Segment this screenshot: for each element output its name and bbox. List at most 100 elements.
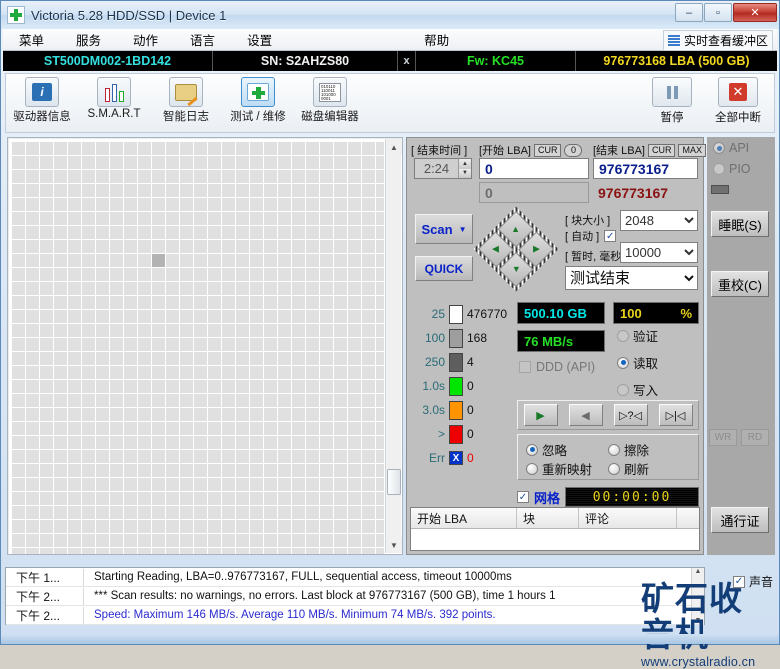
block-cell[interactable] bbox=[12, 324, 25, 337]
block-cell[interactable] bbox=[306, 394, 319, 407]
block-cell[interactable] bbox=[40, 296, 53, 309]
block-cell[interactable] bbox=[208, 324, 221, 337]
block-cell[interactable] bbox=[264, 198, 277, 211]
block-cell[interactable] bbox=[306, 184, 319, 197]
block-cell[interactable] bbox=[54, 268, 67, 281]
scan-status-select[interactable]: 测试结束 bbox=[565, 266, 698, 290]
block-cell[interactable] bbox=[306, 240, 319, 253]
block-cell[interactable] bbox=[26, 534, 39, 547]
block-cell[interactable] bbox=[376, 310, 384, 323]
defect-remap-radio[interactable] bbox=[526, 462, 538, 475]
block-cell[interactable] bbox=[96, 394, 109, 407]
block-cell[interactable] bbox=[306, 464, 319, 477]
block-cell[interactable] bbox=[362, 436, 375, 449]
block-cell[interactable] bbox=[264, 310, 277, 323]
block-cell[interactable] bbox=[348, 338, 361, 351]
block-cell[interactable] bbox=[180, 198, 193, 211]
block-cell[interactable] bbox=[222, 464, 235, 477]
block-cell[interactable] bbox=[362, 492, 375, 505]
col-blocks[interactable]: 块 bbox=[517, 508, 579, 528]
block-cell[interactable] bbox=[194, 380, 207, 393]
block-cell[interactable] bbox=[376, 282, 384, 295]
block-cell[interactable] bbox=[166, 212, 179, 225]
block-cell[interactable] bbox=[236, 422, 249, 435]
block-cell[interactable] bbox=[306, 254, 319, 267]
block-cell[interactable] bbox=[12, 142, 25, 155]
block-cell[interactable] bbox=[138, 436, 151, 449]
block-cell[interactable] bbox=[348, 184, 361, 197]
block-cell[interactable] bbox=[348, 394, 361, 407]
block-cell[interactable] bbox=[40, 184, 53, 197]
block-cell[interactable] bbox=[40, 478, 53, 491]
block-cell[interactable] bbox=[306, 352, 319, 365]
block-cell[interactable] bbox=[278, 534, 291, 547]
block-cell[interactable] bbox=[12, 408, 25, 421]
block-cell[interactable] bbox=[26, 282, 39, 295]
block-cell[interactable] bbox=[26, 226, 39, 239]
block-cell[interactable] bbox=[264, 226, 277, 239]
block-cell[interactable] bbox=[82, 520, 95, 533]
block-cell[interactable] bbox=[334, 296, 347, 309]
block-cell[interactable] bbox=[166, 394, 179, 407]
block-cell[interactable] bbox=[376, 268, 384, 281]
block-cell[interactable] bbox=[82, 534, 95, 547]
block-cell[interactable] bbox=[12, 394, 25, 407]
block-cell[interactable] bbox=[26, 478, 39, 491]
block-cell[interactable] bbox=[264, 156, 277, 169]
block-cell[interactable] bbox=[68, 338, 81, 351]
block-cell[interactable] bbox=[68, 394, 81, 407]
block-cell[interactable] bbox=[180, 352, 193, 365]
block-cell[interactable] bbox=[334, 268, 347, 281]
block-cell[interactable] bbox=[82, 254, 95, 267]
block-cell[interactable] bbox=[292, 478, 305, 491]
block-cell[interactable] bbox=[348, 492, 361, 505]
block-cell[interactable] bbox=[68, 282, 81, 295]
block-cell[interactable] bbox=[138, 156, 151, 169]
block-cell[interactable] bbox=[306, 156, 319, 169]
block-cell[interactable] bbox=[222, 520, 235, 533]
block-cell[interactable] bbox=[278, 254, 291, 267]
block-cell[interactable] bbox=[250, 282, 263, 295]
block-cell[interactable] bbox=[12, 198, 25, 211]
block-cell[interactable] bbox=[208, 380, 221, 393]
block-cell[interactable] bbox=[334, 282, 347, 295]
block-cell[interactable] bbox=[250, 366, 263, 379]
block-cell[interactable] bbox=[320, 436, 333, 449]
block-cell[interactable] bbox=[40, 380, 53, 393]
block-cell[interactable] bbox=[12, 156, 25, 169]
block-cell[interactable] bbox=[40, 408, 53, 421]
block-cell[interactable] bbox=[208, 366, 221, 379]
block-cell[interactable] bbox=[40, 464, 53, 477]
block-cell[interactable] bbox=[152, 338, 165, 351]
block-cell[interactable] bbox=[110, 198, 123, 211]
block-cell[interactable] bbox=[124, 156, 137, 169]
block-cell[interactable] bbox=[180, 324, 193, 337]
block-cell[interactable] bbox=[166, 520, 179, 533]
block-cell[interactable] bbox=[376, 226, 384, 239]
block-cell[interactable] bbox=[54, 170, 67, 183]
block-cell[interactable] bbox=[180, 478, 193, 491]
block-cell[interactable] bbox=[12, 268, 25, 281]
block-cell[interactable] bbox=[208, 492, 221, 505]
defect-erase-radio[interactable] bbox=[608, 443, 620, 456]
block-cell[interactable] bbox=[348, 198, 361, 211]
block-cell[interactable] bbox=[208, 394, 221, 407]
block-cell[interactable] bbox=[236, 282, 249, 295]
block-cell[interactable] bbox=[292, 156, 305, 169]
block-cell[interactable] bbox=[26, 310, 39, 323]
block-cell[interactable] bbox=[54, 506, 67, 519]
block-cell[interactable] bbox=[68, 142, 81, 155]
block-cell[interactable] bbox=[250, 324, 263, 337]
block-cell[interactable] bbox=[12, 282, 25, 295]
block-cell[interactable] bbox=[362, 226, 375, 239]
block-cell[interactable] bbox=[264, 268, 277, 281]
block-cell[interactable] bbox=[222, 282, 235, 295]
block-cell[interactable] bbox=[250, 478, 263, 491]
menu-item-help[interactable]: 帮助 bbox=[408, 28, 465, 51]
block-cell[interactable] bbox=[222, 436, 235, 449]
block-cell[interactable] bbox=[194, 254, 207, 267]
block-cell[interactable] bbox=[348, 268, 361, 281]
block-cell[interactable] bbox=[348, 520, 361, 533]
block-cell[interactable] bbox=[40, 450, 53, 463]
block-cell[interactable] bbox=[96, 268, 109, 281]
